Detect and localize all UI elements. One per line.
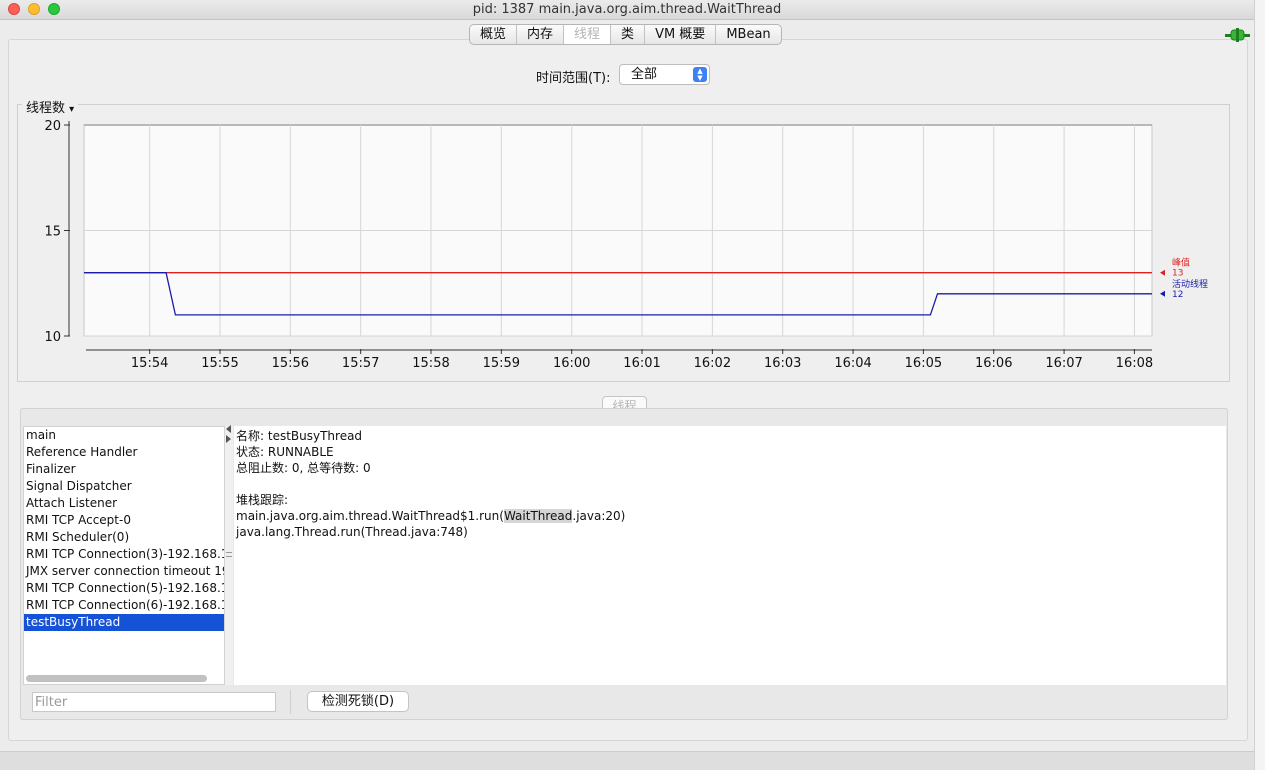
thread-list-item[interactable]: RMI Scheduler(0)	[24, 529, 224, 546]
series-end-marker	[1160, 269, 1165, 276]
thread-list-item[interactable]: Signal Dispatcher	[24, 478, 224, 495]
thread-count-chart: 15:54 15:55 15:56 15:57 15:58 15:59 16:00 16:01…	[44, 119, 1208, 371]
y-tick-label: 20	[44, 119, 61, 134]
stack-frame-1-suffix: .java:20)	[572, 509, 626, 523]
detect-deadlock-button[interactable]: 检测死锁(D)	[307, 691, 409, 712]
x-tick-label: 16:04	[834, 356, 871, 371]
thread-list-item[interactable]: Reference Handler	[24, 444, 224, 461]
x-tick-label: 15:58	[412, 356, 449, 371]
y-tick-label: 10	[44, 330, 61, 345]
thread-list-item[interactable]: RMI TCP Connection(5)-192.168.1	[24, 580, 224, 597]
x-tick-label: 15:54	[131, 356, 168, 371]
thread-list-item[interactable]: JMX server connection timeout 19	[24, 563, 224, 580]
x-tick-label: 16:01	[623, 356, 660, 371]
legend-series-value: 13	[1172, 269, 1183, 279]
stack-trace-header: 堆栈跟踪:	[236, 493, 289, 507]
x-tick-label: 16:07	[1045, 356, 1082, 371]
thread-name: 名称: testBusyThread	[236, 429, 363, 443]
x-tick-label: 15:55	[201, 356, 238, 371]
app-window: pid: 1387 main.java.org.aim.thread.WaitT…	[0, 0, 1254, 770]
stack-frame-1-highlight: WaitThread	[503, 509, 573, 523]
stack-frame-1-prefix: main.java.org.aim.thread.WaitThread$1.ru…	[236, 509, 504, 523]
split-divider-handle[interactable]	[226, 552, 232, 557]
legend-series-value: 12	[1172, 290, 1183, 300]
x-tick-label: 16:02	[694, 356, 731, 371]
thread-list-item[interactable]: Attach Listener	[24, 495, 224, 512]
y-tick-label: 15	[44, 225, 61, 240]
x-tick-label: 16:08	[1116, 356, 1153, 371]
thread-filter-input[interactable]	[32, 692, 276, 712]
thread-list-item[interactable]: testBusyThread	[24, 614, 224, 631]
thread-list-item[interactable]: Finalizer	[24, 461, 224, 478]
x-tick-label: 16:05	[905, 356, 942, 371]
thread-list-item[interactable]: RMI TCP Connection(6)-192.168.1	[24, 597, 224, 614]
divider	[290, 690, 291, 714]
thread-state: 状态: RUNNABLE	[236, 445, 334, 459]
thread-detail-pane: 名称: testBusyThread 状态: RUNNABLE 总阻止数: 0,…	[234, 426, 1226, 685]
x-tick-label: 15:56	[272, 356, 309, 371]
thread-list-item[interactable]: main	[24, 427, 224, 444]
stack-frame-2: java.lang.Thread.run(Thread.java:748)	[236, 525, 468, 539]
x-tick-label: 16:00	[553, 356, 590, 371]
x-tick-label: 16:06	[975, 356, 1012, 371]
legend-series-name: 峰值	[1172, 257, 1190, 269]
legend-series-name: 活动线程	[1172, 278, 1208, 290]
chevron-left-icon[interactable]	[226, 425, 231, 433]
bottom-strip	[0, 751, 1254, 770]
chevron-right-icon[interactable]	[226, 435, 231, 443]
window-edge	[1254, 0, 1265, 770]
x-tick-label: 16:03	[764, 356, 801, 371]
series-end-marker	[1160, 290, 1165, 297]
thread-counts: 总阻止数: 0, 总等待数: 0	[236, 461, 371, 475]
x-tick-label: 15:59	[483, 356, 520, 371]
thread-list-item[interactable]: RMI TCP Connection(3)-192.168.1	[24, 546, 224, 563]
thread-list-scrollbar[interactable]	[26, 675, 207, 682]
thread-list-item[interactable]: RMI TCP Accept-0	[24, 512, 224, 529]
x-tick-label: 15:57	[342, 356, 379, 371]
thread-list[interactable]: main Reference Handler Finalizer Signal Dis…	[23, 426, 225, 685]
stack-frame-1: main.java.org.aim.thread.WaitThread$1.ru…	[236, 508, 625, 524]
